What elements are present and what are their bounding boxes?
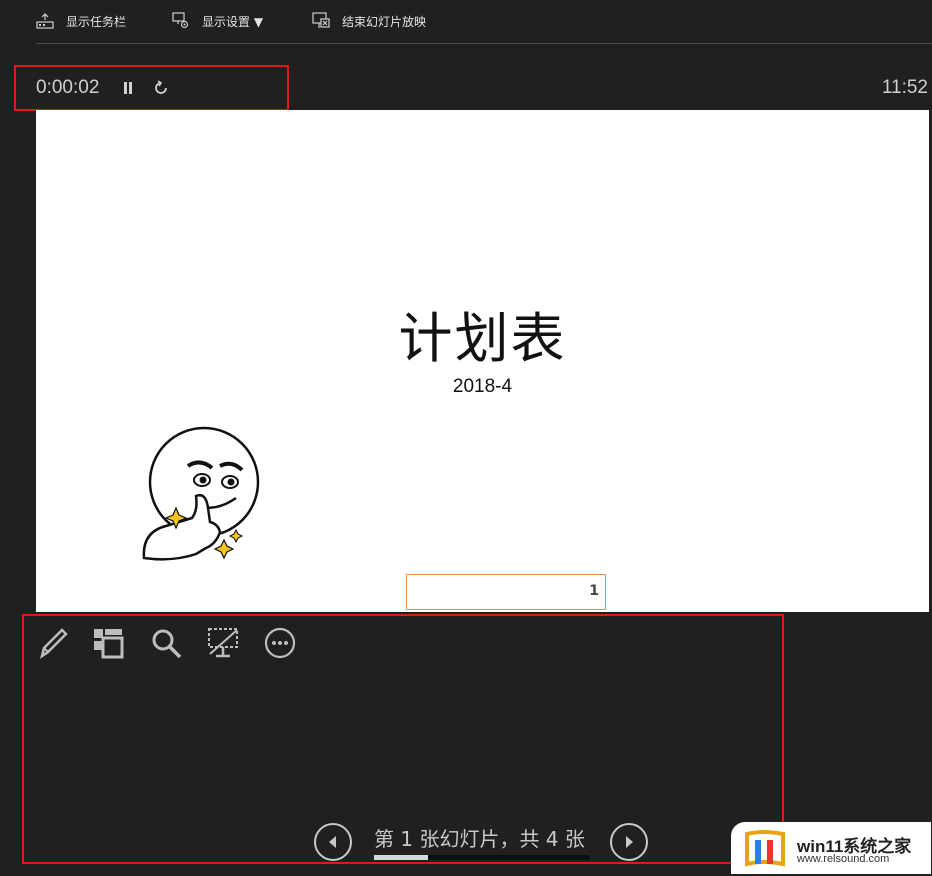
- previous-slide-button[interactable]: [314, 823, 352, 861]
- previous-icon: [329, 836, 336, 848]
- presenter-toolbar: 显示任务栏 显示设置 ▼ 结束幻灯片放映: [0, 0, 932, 44]
- more-options-button[interactable]: [262, 624, 298, 662]
- display-settings-icon: [172, 12, 189, 29]
- display-settings-button[interactable]: 显示设置 ▼: [172, 10, 263, 32]
- slide-progress-fill: [374, 855, 428, 860]
- elapsed-timer: 0:00:02: [36, 77, 100, 98]
- watermark-url: www.relsound.com: [797, 853, 890, 865]
- pause-button[interactable]: [119, 78, 137, 98]
- zoom-icon: [152, 629, 182, 659]
- restart-icon: [155, 80, 167, 94]
- show-taskbar-label: 显示任务栏: [66, 14, 127, 29]
- slide-title: 计划表: [398, 307, 567, 370]
- restart-timer-button[interactable]: [152, 78, 170, 98]
- slide-subtitle: 2018-4: [452, 376, 513, 397]
- current-slide[interactable]: 计划表 2018-4 1: [36, 110, 929, 612]
- pen-icon: [40, 628, 68, 659]
- next-icon: [626, 836, 633, 848]
- pen-tool-button[interactable]: [35, 624, 71, 662]
- thumbs-up-sticker: [142, 426, 260, 561]
- end-slideshow-label: 结束幻灯片放映: [342, 14, 427, 29]
- watermark: win11系统之家 www.relsound.com: [731, 822, 931, 874]
- end-slideshow-icon: [312, 12, 330, 28]
- slide-number-box: 1: [406, 574, 606, 610]
- see-all-slides-icon: [94, 629, 124, 659]
- pause-icon: [124, 82, 132, 94]
- windows-logo-icon: [745, 830, 785, 867]
- black-screen-icon: [208, 628, 238, 658]
- display-settings-label: 显示设置 ▼: [202, 14, 264, 29]
- current-time: 11:52: [881, 77, 928, 98]
- slide-counter: 第 1 张幻灯片，共 4 张: [374, 827, 585, 851]
- more-options-icon: [264, 627, 296, 659]
- next-slide-button[interactable]: [610, 823, 648, 861]
- slide-number: 1: [589, 583, 599, 599]
- show-taskbar-button[interactable]: 显示任务栏: [36, 10, 126, 32]
- see-all-slides-button[interactable]: [90, 624, 126, 662]
- slide-progress-bar: [374, 855, 590, 860]
- end-slideshow-button[interactable]: 结束幻灯片放映: [312, 10, 426, 32]
- taskbar-icon: [36, 13, 54, 29]
- black-screen-button[interactable]: [205, 624, 241, 662]
- zoom-button[interactable]: [148, 624, 184, 662]
- toolbar-divider: [36, 43, 932, 44]
